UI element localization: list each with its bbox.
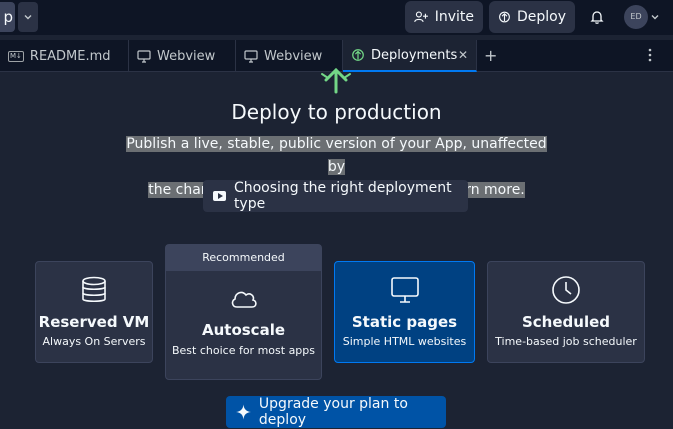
add-tab-icon[interactable]: + (484, 46, 497, 65)
deploy-label: Deploy (516, 9, 566, 25)
card-subtitle: Simple HTML websites (342, 335, 467, 348)
chevron-down-icon (24, 15, 32, 20)
card-autoscale[interactable]: Recommended Autoscale Best choice for mo… (165, 244, 322, 380)
invite-label: Invite (434, 9, 474, 25)
bell-icon (590, 11, 604, 24)
tab-webview[interactable]: Webview (129, 40, 236, 72)
deployment-guide-button[interactable]: Choosing the right deployment type (203, 180, 468, 212)
tab-readme[interactable]: M↓ README.md (0, 40, 129, 72)
tab-label: Deployments (371, 47, 458, 63)
deploy-icon (352, 49, 364, 61)
markdown-icon: M↓ (8, 50, 24, 62)
tab-label: Webview (264, 48, 323, 64)
card-title: Reserved VM (38, 313, 150, 331)
card-subtitle: Time-based job scheduler (495, 335, 637, 348)
chevron-down-icon[interactable] (650, 12, 660, 22)
sparkle-icon (236, 404, 251, 420)
card-subtitle: Best choice for most apps (171, 344, 316, 357)
add-user-icon (414, 11, 428, 23)
notifications-button[interactable] (587, 7, 607, 27)
card-scheduled[interactable]: Scheduled Time-based job scheduler (487, 261, 645, 363)
clock-icon (488, 275, 644, 305)
tab-deployments[interactable]: Deployments ✕ (343, 40, 477, 72)
deploy-icon (499, 11, 510, 23)
monitor-icon (137, 49, 151, 63)
recommended-badge: Recommended (166, 245, 321, 271)
upgrade-plan-button[interactable]: Upgrade your plan to deploy (226, 396, 446, 428)
card-title: Scheduled (521, 313, 610, 331)
card-static-pages[interactable]: Static pages Simple HTML websites (334, 261, 475, 363)
deploy-icon (321, 68, 351, 94)
invite-button[interactable]: Invite (405, 1, 483, 33)
database-icon (36, 276, 152, 304)
guide-label: Choosing the right deployment type (233, 180, 452, 212)
tab-label: README.md (29, 48, 111, 64)
card-subtitle: Always On Servers (42, 335, 146, 348)
youtube-icon (213, 191, 226, 201)
top-bar: p Invite Deploy ED (0, 0, 673, 35)
card-reserved-vm[interactable]: Reserved VM Always On Servers (35, 261, 153, 363)
cloud-icon (166, 287, 321, 309)
monitor-icon (335, 276, 474, 304)
deploy-button[interactable]: Deploy (489, 1, 575, 33)
monitor-icon (244, 49, 258, 63)
more-options-icon[interactable] (648, 47, 652, 63)
card-title: Static pages (351, 313, 458, 331)
page-title: Deploy to production (231, 100, 442, 124)
card-title: Autoscale (201, 321, 286, 339)
app-menu-button[interactable] (18, 2, 38, 32)
tab-label: Webview (157, 48, 216, 64)
description-line-1: Publish a live, stable, public version o… (126, 136, 547, 175)
close-icon[interactable]: ✕ (458, 48, 468, 62)
app-badge[interactable]: p (0, 2, 15, 32)
upgrade-label: Upgrade your plan to deploy (258, 396, 408, 428)
avatar[interactable]: ED (624, 5, 648, 29)
